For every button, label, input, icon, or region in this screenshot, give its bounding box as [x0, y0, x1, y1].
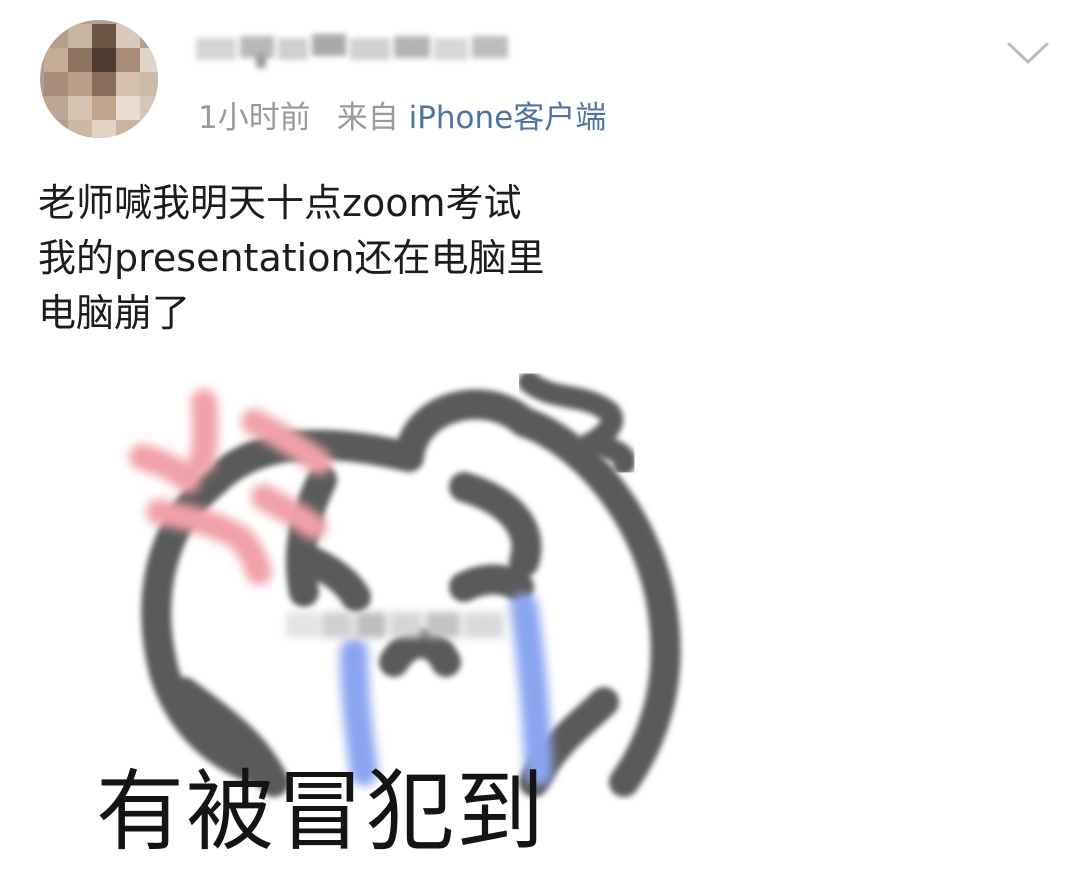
- post-text-line: 电脑崩了: [38, 291, 191, 335]
- post-meta: 1小时前 来自 iPhone客户端: [198, 96, 606, 140]
- username-blurred[interactable]: [196, 28, 512, 72]
- chevron-down-icon[interactable]: [1006, 36, 1050, 68]
- post-timestamp: 1小时前: [198, 100, 311, 136]
- weibo-post: 1小时前 来自 iPhone客户端 老师喊我明天十点zoom考试 我的presen…: [0, 0, 1080, 886]
- meme-caption: 有被冒犯到: [96, 760, 547, 863]
- source-prefix: 来自: [336, 100, 399, 136]
- meme-image[interactable]: 有被冒犯到: [64, 362, 724, 882]
- meme-blur-overlay: [286, 610, 506, 640]
- post-text: 老师喊我明天十点zoom考试 我的presentation还在电脑里 电脑崩了: [38, 176, 545, 341]
- source-client-link[interactable]: iPhone客户端: [409, 100, 607, 136]
- avatar[interactable]: [40, 20, 158, 138]
- post-text-line: 我的presentation还在电脑里: [38, 236, 545, 280]
- post-text-line: 老师喊我明天十点zoom考试: [38, 181, 522, 225]
